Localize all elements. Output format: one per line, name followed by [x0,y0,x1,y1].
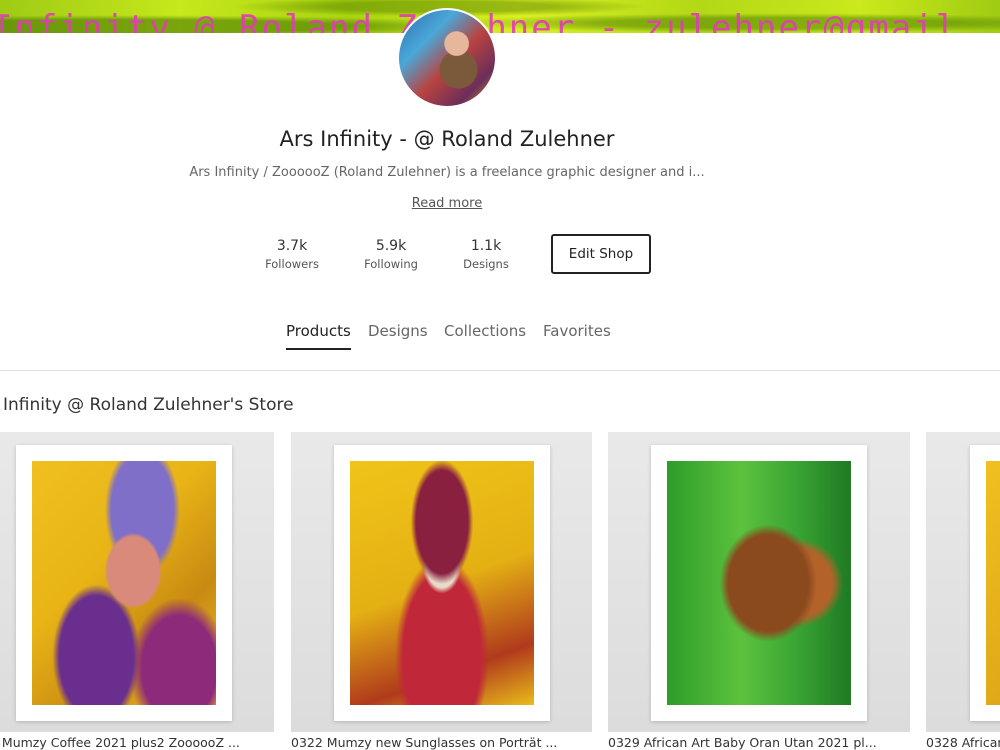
product-image[interactable] [926,432,1000,732]
following-label: Following [364,257,418,271]
followers-label: Followers [265,257,319,271]
store-heading: Infinity @ Roland Zulehner's Store [3,395,294,415]
tab-collections[interactable]: Collections [444,322,526,340]
stat-followers[interactable]: 3.7k Followers [247,238,337,271]
tab-designs[interactable]: Designs [368,322,428,340]
shop-bio: Ars Infinity / ZoooooZ (Roland Zulehner)… [189,165,705,180]
product-title[interactable]: 0328 African... [926,735,1000,750]
art-print-frame [970,445,1000,721]
product-title[interactable]: 0329 African Art Baby Oran Utan 2021 pl.… [608,735,910,750]
artwork-image [32,461,216,705]
avatar [397,8,497,108]
edit-shop-button[interactable]: Edit Shop [551,234,651,274]
shop-banner: Infinity @ Roland Zulehner - zulehner@gm… [0,0,1000,33]
stat-following[interactable]: 5.9k Following [346,238,436,271]
product-title[interactable]: 0322 Mumzy new Sunglasses on Porträt ... [291,735,592,750]
designs-label: Designs [463,257,509,271]
followers-count: 3.7k [276,238,308,254]
art-print-frame [334,445,550,721]
product-image[interactable] [291,432,592,732]
following-count: 5.9k [375,238,407,254]
designs-count: 1.1k [470,238,502,254]
stat-designs[interactable]: 1.1k Designs [441,238,531,271]
art-print-frame [16,445,232,721]
shop-title: Ars Infinity - @ Roland Zulehner [279,127,615,151]
tabs-divider [0,370,1000,371]
artwork-image [667,461,851,705]
tab-favorites[interactable]: Favorites [543,322,611,340]
product-title[interactable]: 0 Mumzy Coffee 2021 plus2 ZoooooZ ... [0,735,274,750]
product-card[interactable]: 0328 African... [926,432,1000,750]
product-image[interactable] [0,432,274,732]
tab-products[interactable]: Products [286,322,351,350]
product-card[interactable]: 0 Mumzy Coffee 2021 plus2 ZoooooZ ... [0,432,274,750]
artwork-image [350,461,534,705]
product-image[interactable] [608,432,910,732]
artwork-image [986,461,1000,705]
product-card[interactable]: 0322 Mumzy new Sunglasses on Porträt ... [291,432,592,750]
art-print-frame [651,445,867,721]
product-card[interactable]: 0329 African Art Baby Oran Utan 2021 pl.… [608,432,910,750]
read-more-link[interactable]: Read more [0,196,894,211]
